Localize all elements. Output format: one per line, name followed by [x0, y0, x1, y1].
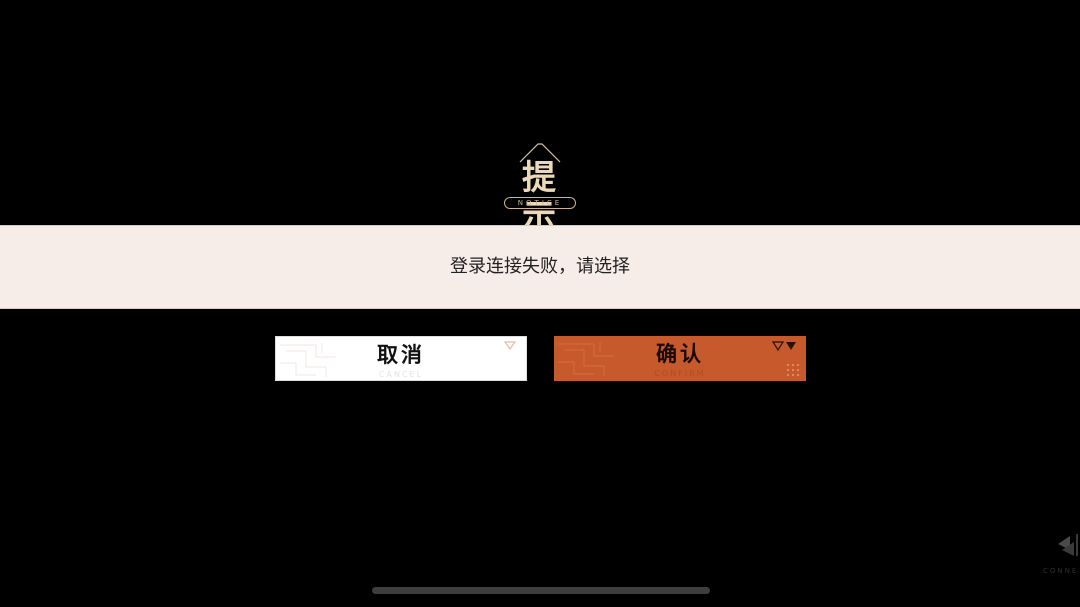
corner-triangle-icon: [504, 341, 517, 351]
cancel-button-sublabel: CANCEL: [378, 370, 424, 379]
home-indicator[interactable]: [372, 587, 710, 594]
confirm-button[interactable]: 确认 CONFIRM: [554, 336, 806, 381]
connection-badge-text: CONNE: [1043, 567, 1079, 575]
corner-triangles-icon: [772, 341, 796, 352]
cancel-button[interactable]: 取消 CANCEL: [275, 336, 527, 381]
dialog-message: 登录连接失败，请选择: [450, 256, 630, 277]
message-banner: 登录连接失败，请选择: [0, 225, 1080, 309]
dot-grid-icon: [787, 364, 799, 376]
cancel-button-label: 取消: [377, 342, 425, 367]
confirm-button-label: 确认: [656, 341, 704, 366]
dialog-title: 提 示 NOTICE: [490, 140, 590, 238]
confirm-button-sublabel: CONFIRM: [654, 369, 706, 378]
dialog-title-subtitle: NOTICE: [504, 197, 576, 209]
